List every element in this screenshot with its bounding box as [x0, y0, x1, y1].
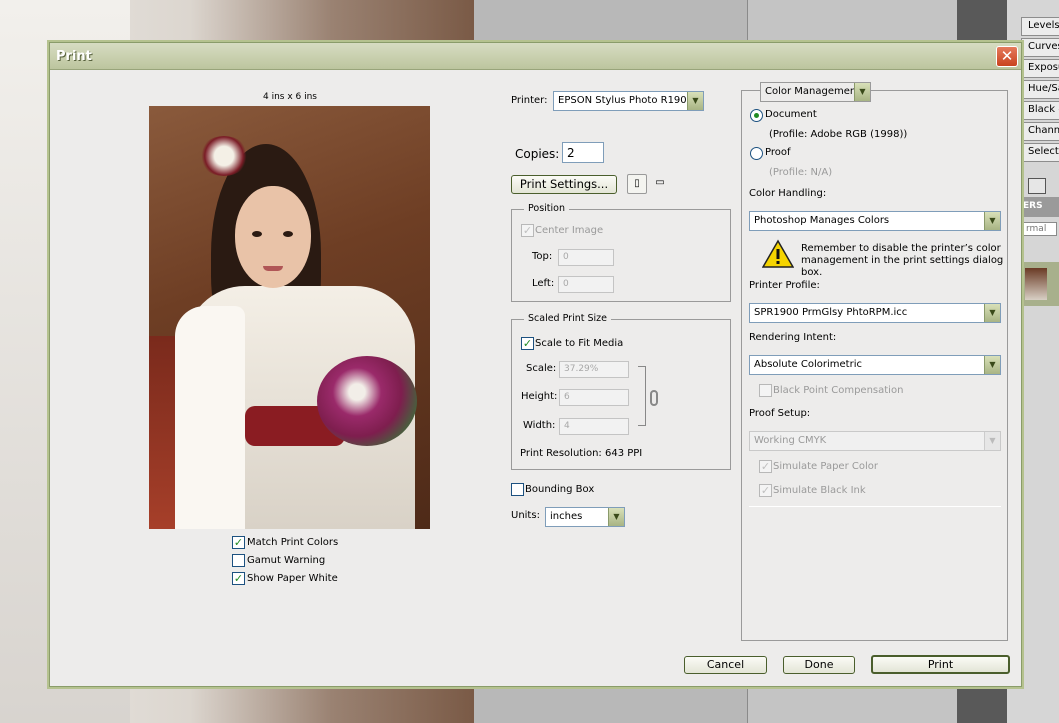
adjustment-exposure[interactable]: Exposu	[1021, 59, 1059, 78]
proof-setup-value: Working CMYK	[754, 435, 827, 446]
adjustment-selective-color[interactable]: Selectiv	[1021, 143, 1059, 162]
document-radio[interactable]	[750, 109, 763, 122]
print-size-label: 4 ins x 6 ins	[262, 92, 317, 102]
color-handling-value: Photoshop Manages Colors	[754, 215, 890, 226]
copies-label: Copies:	[515, 147, 560, 161]
printer-label: Printer:	[511, 95, 548, 106]
units-value: inches	[550, 511, 583, 522]
center-image-label: Center Image	[535, 225, 604, 236]
rendering-intent-select[interactable]: Absolute Colorimetric ▼	[749, 355, 1001, 375]
gamut-warning-checkbox[interactable]	[232, 554, 245, 567]
height-input[interactable]: 6	[559, 389, 629, 406]
chevron-down-icon: ▼	[984, 356, 1000, 374]
chevron-down-icon: ▼	[984, 304, 1000, 322]
scale-label: Scale:	[526, 363, 557, 374]
color-management-value: Color Management	[765, 86, 861, 97]
position-title: Position	[524, 203, 569, 214]
printer-profile-value: SPR1900 PrmGlsy PhtoRPM.icc	[754, 307, 908, 318]
width-label: Width:	[523, 420, 556, 431]
print-settings-button[interactable]: Print Settings...	[511, 175, 617, 194]
print-dialog: Print ✕ 4 ins x 6 ins ✓ Match Print Colo…	[49, 42, 1022, 687]
chevron-down-icon: ▼	[984, 432, 1000, 450]
printer-value: EPSON Stylus Photo R190...	[558, 95, 697, 106]
show-paper-white-label: Show Paper White	[247, 573, 338, 584]
scaled-print-size-title: Scaled Print Size	[524, 313, 611, 324]
layers-tab[interactable]: ERS	[1021, 197, 1059, 217]
proof-setup-select[interactable]: Working CMYK ▼	[749, 431, 1001, 451]
black-point-compensation-label: Black Point Compensation	[773, 385, 904, 396]
dialog-title: Print	[56, 49, 92, 64]
divider	[749, 506, 1001, 507]
color-management-select[interactable]: Color Management ▼	[760, 82, 871, 102]
height-label: Height:	[521, 391, 558, 402]
proof-setup-label: Proof Setup:	[749, 408, 811, 419]
scale-to-fit-label: Scale to Fit Media	[535, 338, 624, 349]
center-image-checkbox[interactable]: ✓	[521, 224, 534, 237]
bounding-box-label: Bounding Box	[525, 484, 595, 495]
match-print-colors-checkbox[interactable]: ✓	[232, 536, 245, 549]
blend-mode-select[interactable]: rmal	[1023, 222, 1057, 236]
print-resolution-label: Print Resolution: 643 PPI	[520, 448, 643, 459]
panel-collapse-icon[interactable]	[1028, 178, 1046, 194]
left-input[interactable]: 0	[558, 276, 614, 293]
rendering-intent-label: Rendering Intent:	[749, 332, 837, 343]
proof-profile: (Profile: N/A)	[769, 167, 833, 178]
print-preview-image[interactable]	[149, 106, 430, 529]
done-button[interactable]: Done	[783, 656, 855, 674]
document-label: Document	[765, 109, 817, 120]
portrait-orientation-icon[interactable]: ▯	[627, 174, 647, 194]
landscape-orientation-icon[interactable]: ▭	[650, 174, 670, 194]
scale-input[interactable]: 37.29%	[559, 361, 629, 378]
copies-input[interactable]: 2	[562, 142, 604, 163]
layer-thumbnail	[1025, 268, 1047, 300]
simulate-paper-color-checkbox[interactable]: ✓	[759, 460, 772, 473]
adjustment-curves[interactable]: Curves	[1021, 38, 1059, 57]
chevron-down-icon: ▼	[608, 508, 624, 526]
scale-to-fit-checkbox[interactable]: ✓	[521, 337, 534, 350]
proportion-bracket	[638, 366, 646, 426]
printer-profile-label: Printer Profile:	[749, 280, 820, 291]
close-icon[interactable]: ✕	[996, 46, 1018, 67]
proof-radio[interactable]	[750, 147, 763, 160]
black-point-compensation-checkbox[interactable]	[759, 384, 772, 397]
print-button[interactable]: Print	[871, 655, 1010, 674]
chevron-down-icon: ▼	[854, 83, 870, 101]
printer-select[interactable]: EPSON Stylus Photo R190... ▼	[553, 91, 704, 111]
top-label: Top:	[532, 251, 553, 262]
gamut-warning-label: Gamut Warning	[247, 555, 326, 566]
chevron-down-icon: ▼	[687, 92, 703, 110]
adjustment-levels[interactable]: Levels	[1021, 17, 1059, 36]
color-handling-select[interactable]: Photoshop Manages Colors ▼	[749, 211, 1001, 231]
adjustment-black-white[interactable]: Black &	[1021, 101, 1059, 120]
cancel-button[interactable]: Cancel	[684, 656, 767, 674]
adjustment-hue-saturation[interactable]: Hue/Sa	[1021, 80, 1059, 99]
width-input[interactable]: 4	[559, 418, 629, 435]
adjustment-channel-mixer[interactable]: Chann	[1021, 122, 1059, 141]
left-label: Left:	[532, 278, 555, 289]
color-handling-label: Color Handling:	[749, 188, 827, 199]
document-profile: (Profile: Adobe RGB (1998))	[769, 129, 908, 140]
warning-icon	[762, 239, 794, 268]
top-input[interactable]: 0	[558, 249, 614, 266]
simulate-black-ink-checkbox[interactable]: ✓	[759, 484, 772, 497]
bounding-box-checkbox[interactable]	[511, 483, 524, 496]
match-print-colors-label: Match Print Colors	[247, 537, 339, 548]
show-paper-white-checkbox[interactable]: ✓	[232, 572, 245, 585]
units-select[interactable]: inches ▼	[545, 507, 625, 527]
rendering-intent-value: Absolute Colorimetric	[754, 359, 862, 370]
units-label: Units:	[511, 510, 540, 521]
simulate-black-ink-label: Simulate Black Ink	[773, 485, 866, 496]
warning-text: Remember to disable the printer’s color …	[801, 243, 1004, 278]
chevron-down-icon: ▼	[984, 212, 1000, 230]
printer-profile-select[interactable]: SPR1900 PrmGlsy PhtoRPM.icc ▼	[749, 303, 1001, 323]
link-icon	[650, 390, 658, 406]
simulate-paper-color-label: Simulate Paper Color	[773, 461, 878, 472]
title-bar[interactable]	[50, 43, 1021, 70]
proof-label: Proof	[765, 147, 791, 158]
